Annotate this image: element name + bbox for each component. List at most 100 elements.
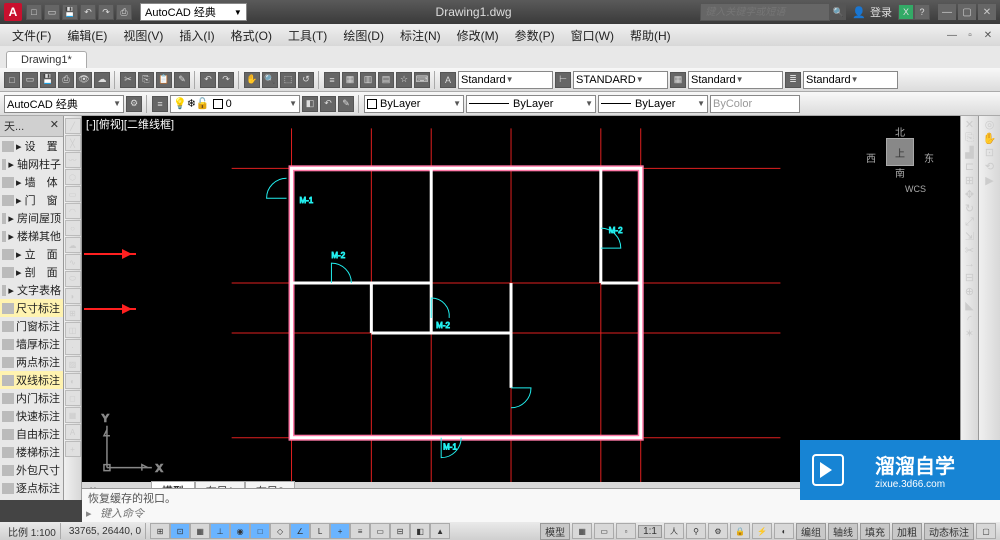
design-center-icon[interactable]: ▦: [342, 72, 358, 88]
line-icon[interactable]: ╱: [65, 118, 81, 134]
menu-file[interactable]: 文件(F): [4, 25, 59, 46]
new-icon[interactable]: □: [4, 72, 20, 88]
tpy-icon[interactable]: ▭: [370, 523, 390, 539]
palette-item[interactable]: ▸ 设 置: [0, 137, 63, 155]
layer-match-icon[interactable]: ✎: [338, 96, 354, 112]
qp-icon[interactable]: ⊟: [390, 523, 410, 539]
palette-item[interactable]: ▸ 门 窗: [0, 191, 63, 209]
dyn-icon[interactable]: +: [330, 523, 350, 539]
layer-iso-icon[interactable]: ◧: [302, 96, 318, 112]
preview-icon[interactable]: 👁: [76, 72, 92, 88]
open-icon[interactable]: ▭: [44, 4, 60, 20]
arc-icon[interactable]: ◠: [65, 203, 81, 219]
array-icon[interactable]: ⊞: [965, 174, 974, 187]
match-icon[interactable]: ✎: [174, 72, 190, 88]
palette-item[interactable]: 逐点标注: [0, 479, 63, 497]
sheet-set-icon[interactable]: ▤: [378, 72, 394, 88]
pan-icon[interactable]: ✋: [983, 132, 997, 145]
workspace-selector[interactable]: AutoCAD 经典 ▼: [140, 3, 247, 21]
anno-scale[interactable]: 1:1: [638, 525, 662, 538]
palette-item[interactable]: 双线标注: [0, 371, 63, 389]
minimize-button[interactable]: —: [938, 4, 956, 20]
publish-icon[interactable]: ☁: [94, 72, 110, 88]
trim-icon[interactable]: ✂: [965, 244, 974, 257]
menu-modify[interactable]: 修改(M): [449, 25, 507, 46]
close-button[interactable]: ✕: [978, 4, 996, 20]
palette-header[interactable]: 天...✕: [0, 116, 63, 137]
palette-item[interactable]: ▸ 文字表格: [0, 281, 63, 299]
exchange-icon[interactable]: X: [898, 4, 914, 20]
zoom-ext-icon[interactable]: ⊡: [985, 146, 994, 159]
menu-help[interactable]: 帮助(H): [622, 25, 679, 46]
plot-icon[interactable]: ⎙: [58, 72, 74, 88]
palette-item[interactable]: ▸ 房间屋顶: [0, 209, 63, 227]
command-input[interactable]: [100, 508, 996, 520]
viewcube-north[interactable]: 北: [870, 124, 930, 139]
ellipse-arc-icon[interactable]: ◗: [65, 288, 81, 304]
print-icon[interactable]: ⎙: [116, 4, 132, 20]
menu-window[interactable]: 窗口(W): [563, 25, 622, 46]
pan-icon[interactable]: ✋: [244, 72, 260, 88]
layer-props-icon[interactable]: ≡: [152, 96, 168, 112]
viewcube-east[interactable]: 东: [924, 150, 934, 165]
scale-icon[interactable]: ⤢: [965, 216, 974, 229]
rect-icon[interactable]: ▭: [65, 186, 81, 202]
grid-disp-icon[interactable]: ▦: [572, 523, 592, 539]
undo-icon[interactable]: ↶: [80, 4, 96, 20]
mtext-icon[interactable]: A: [65, 424, 81, 440]
block-icon[interactable]: ◫: [65, 322, 81, 338]
hw-accel-icon[interactable]: ⚡: [752, 523, 772, 539]
text-style-combo[interactable]: Standard▼: [458, 71, 553, 89]
ducs-icon[interactable]: L: [310, 523, 330, 539]
ml-style-icon[interactable]: ≣: [785, 72, 801, 88]
workspace-combo[interactable]: AutoCAD 经典▼: [4, 95, 124, 113]
palette-item[interactable]: 内门标注: [0, 389, 63, 407]
table-style-combo[interactable]: Standard▼: [688, 71, 783, 89]
status-axis[interactable]: 轴线: [828, 523, 858, 540]
chamfer-icon[interactable]: ◣: [965, 299, 973, 312]
sc-icon[interactable]: ◧: [410, 523, 430, 539]
model-toggle[interactable]: 模型: [540, 523, 570, 540]
am-icon[interactable]: ▲: [430, 523, 450, 539]
doc-tab[interactable]: Drawing1*: [6, 51, 87, 68]
lock-ui-icon[interactable]: 🔒: [730, 523, 750, 539]
clean-screen-icon[interactable]: ▢: [976, 523, 996, 539]
tool-palette-icon[interactable]: ▥: [360, 72, 376, 88]
redo-icon[interactable]: ↷: [98, 4, 114, 20]
otrack-icon[interactable]: ∠: [290, 523, 310, 539]
gradient-icon[interactable]: ◐: [65, 373, 81, 389]
infer-icon[interactable]: ⊞: [150, 523, 170, 539]
viewcube-west[interactable]: 西: [866, 150, 876, 165]
menu-draw[interactable]: 绘图(D): [335, 25, 392, 46]
app-icon[interactable]: A: [4, 3, 22, 21]
join-icon[interactable]: ⊕: [965, 285, 974, 298]
revcloud-icon[interactable]: ☁: [65, 237, 81, 253]
mirror-icon[interactable]: ▟: [965, 146, 973, 159]
break-icon[interactable]: ⊟: [965, 271, 974, 284]
fillet-icon[interactable]: ◜: [967, 313, 971, 326]
explode-icon[interactable]: ✶: [965, 327, 974, 340]
orbit-icon[interactable]: ⟲: [985, 160, 994, 173]
insert-icon[interactable]: ⊞: [65, 305, 81, 321]
color-combo[interactable]: ByLayer▼: [364, 95, 464, 113]
undo-icon[interactable]: ↶: [200, 72, 216, 88]
qv-dwg-icon[interactable]: ▫: [616, 523, 636, 539]
redo-icon[interactable]: ↷: [218, 72, 234, 88]
palette-item[interactable]: ▸ 轴网柱子: [0, 155, 63, 173]
coords-label[interactable]: 33765, 26440, 0: [65, 523, 146, 539]
viewcube-south[interactable]: 南: [870, 165, 930, 180]
move-icon[interactable]: ✥: [965, 188, 974, 201]
help-icon[interactable]: ?: [914, 4, 930, 20]
menu-edit[interactable]: 编辑(E): [59, 25, 115, 46]
erase-icon[interactable]: ✕: [965, 118, 974, 131]
menu-view[interactable]: 视图(V): [115, 25, 171, 46]
xline-icon[interactable]: ╳: [65, 135, 81, 151]
grid-icon[interactable]: ▦: [190, 523, 210, 539]
menu-tools[interactable]: 工具(T): [280, 25, 335, 46]
ortho-icon[interactable]: ⊥: [210, 523, 230, 539]
status-fill[interactable]: 填充: [860, 523, 890, 540]
isolate-icon[interactable]: ◐: [774, 523, 794, 539]
copy-obj-icon[interactable]: ⎘: [965, 132, 974, 145]
layer-combo[interactable]: 💡 ❄ 🔓 0 ▼: [170, 95, 300, 113]
palette-item[interactable]: 尺寸标注: [0, 299, 63, 317]
